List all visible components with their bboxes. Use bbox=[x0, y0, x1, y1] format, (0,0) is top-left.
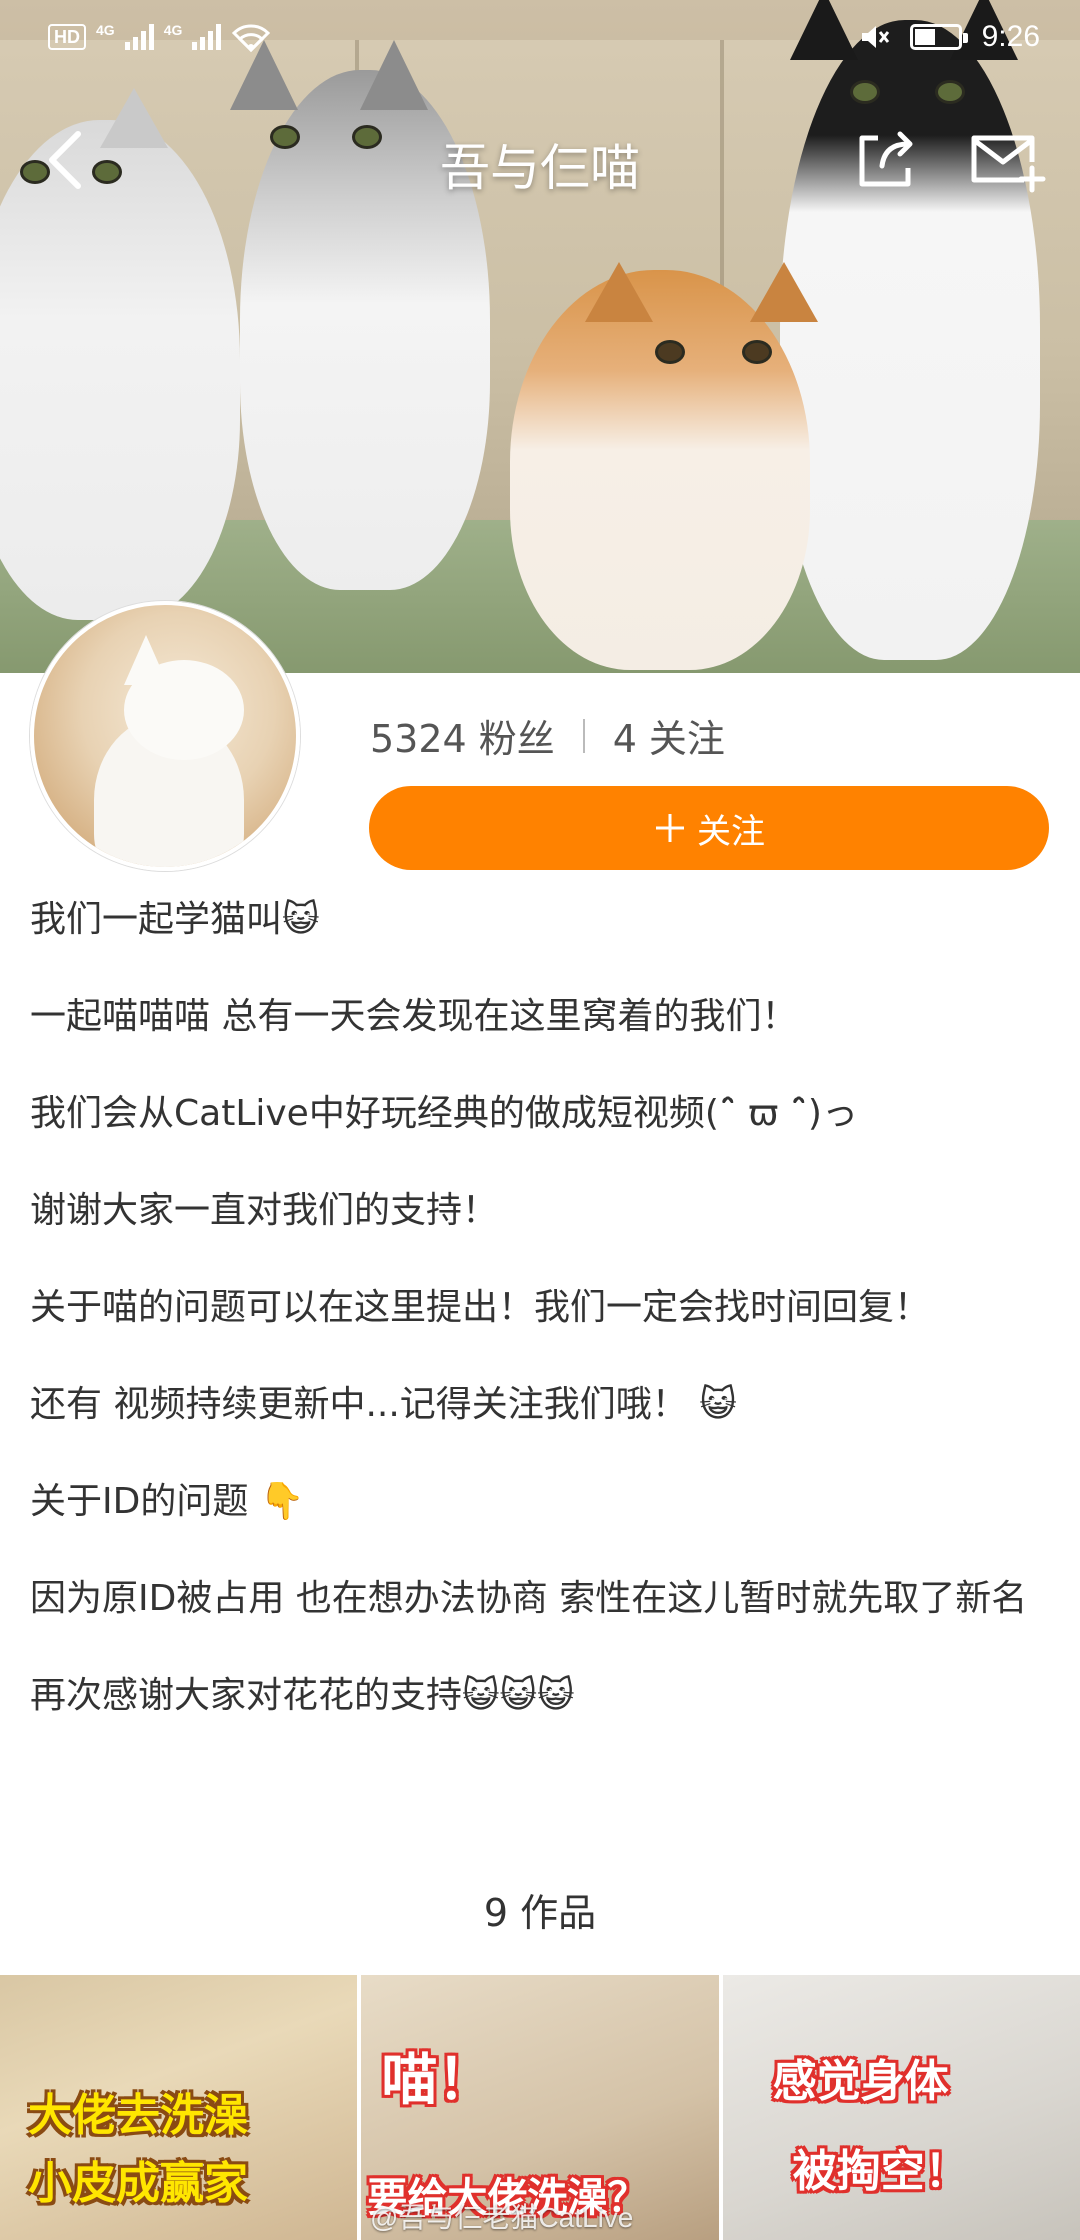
status-bar-right: 9:26 bbox=[858, 20, 1040, 54]
bio-line: 我们会从CatLive中好玩经典的做成短视频(ˆ̑ ϖ ˆ̑)っ bbox=[30, 1093, 858, 1134]
message-button[interactable] bbox=[966, 122, 1046, 198]
cover-cat-4-eye bbox=[655, 340, 685, 364]
message-icon bbox=[971, 135, 1046, 193]
cover-cat-4 bbox=[510, 270, 810, 670]
battery-icon bbox=[909, 24, 968, 50]
thumbnail-caption: 小皮成赢家 bbox=[28, 2158, 248, 2209]
stats-divider bbox=[582, 718, 585, 753]
bio-line: 还有 视频持续更新中...记得关注我们哦！ 😺 bbox=[30, 1384, 737, 1425]
battery-level-fill bbox=[914, 29, 936, 45]
thumbnail-caption: 喵！ bbox=[381, 2048, 494, 2113]
follow-button-label: 关注 bbox=[697, 812, 765, 851]
bio-line: 关于喵的问题可以在这里提出！我们一定会找时间回复！ bbox=[30, 1287, 931, 1328]
status-time: 9:26 bbox=[981, 20, 1040, 53]
thumbnail-caption: 感觉身体 bbox=[772, 2056, 949, 2107]
followers-count: 5324 bbox=[370, 717, 467, 761]
network-type-label: 4G bbox=[163, 22, 183, 38]
mute-icon bbox=[861, 26, 889, 48]
signal-icon bbox=[124, 24, 154, 50]
cover-cat-4-eye bbox=[742, 340, 772, 364]
profile-bio: 我们一起学猫叫😺 一起喵喵喵 总有一天会发现在这里窝着的我们！ 我们会从CatL… bbox=[30, 896, 1050, 1769]
bio-line: 因为原ID被占用 也在想办法协商 索性在这儿暂时就先取了新名 bbox=[30, 1578, 1028, 1619]
hd-badge: HD bbox=[48, 24, 86, 50]
thumbnail-caption: 大佬去洗澡 bbox=[28, 2090, 248, 2141]
followers-label: 粉丝 bbox=[478, 717, 555, 761]
signal-icon bbox=[192, 24, 222, 50]
work-thumbnail[interactable]: 感觉身体 被掏空！ bbox=[722, 1975, 1080, 2240]
status-bar: HD 4G 4G 9:26 bbox=[0, 0, 1080, 80]
avatar[interactable] bbox=[30, 601, 300, 871]
following-label: 关注 bbox=[648, 717, 725, 761]
bio-line: 我们一起学猫叫😺 bbox=[30, 899, 320, 940]
status-bar-left: HD 4G 4G bbox=[48, 22, 271, 52]
following-count: 4 bbox=[612, 717, 637, 761]
wifi-icon bbox=[232, 24, 271, 52]
thumbnail-caption: 被掏空！ bbox=[792, 2146, 969, 2197]
nav-bar: 吾与仨喵 bbox=[0, 100, 1080, 220]
works-count: 9 作品 bbox=[483, 1891, 597, 1935]
share-icon bbox=[859, 131, 913, 187]
profile-stats: 5324 粉丝 4 关注 bbox=[370, 708, 725, 763]
work-thumbnail[interactable]: 大佬去洗澡 小皮成赢家 bbox=[0, 1975, 358, 2240]
following-stat[interactable]: 4 关注 bbox=[613, 708, 725, 763]
network-type-label: 4G bbox=[96, 22, 115, 38]
plus-icon bbox=[656, 814, 684, 842]
bio-line: 一起喵喵喵 总有一天会发现在这里窝着的我们！ bbox=[30, 996, 798, 1037]
bio-line: 关于ID的问题 👇 bbox=[30, 1481, 305, 1522]
avatar-cat-ear bbox=[124, 635, 168, 685]
bio-line: 再次感谢大家对花花的支持😺😺😺 bbox=[30, 1675, 575, 1716]
followers-stat[interactable]: 5324 粉丝 bbox=[370, 708, 555, 763]
follow-button[interactable]: 关注 bbox=[369, 786, 1049, 870]
bio-line: 谢谢大家一直对我们的支持！ bbox=[30, 1190, 499, 1231]
share-button[interactable] bbox=[848, 122, 924, 198]
watermark: @吾与仨老猫CatLive bbox=[370, 2202, 634, 2233]
cover-cat-4-ear bbox=[585, 262, 653, 322]
cover-cat-4-ear bbox=[750, 262, 818, 322]
